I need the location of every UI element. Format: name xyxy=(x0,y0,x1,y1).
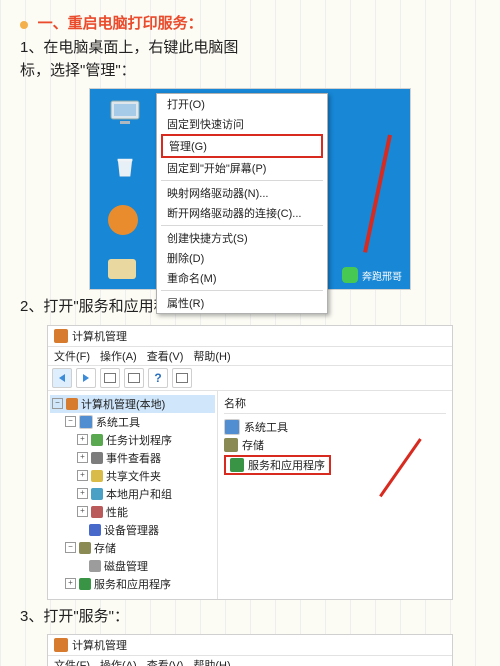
column-header: 名称 xyxy=(224,395,446,414)
window-titlebar: 计算机管理 xyxy=(48,326,452,347)
toolbar-up-button[interactable] xyxy=(100,368,120,388)
menu-open[interactable]: 打开(O) xyxy=(157,94,327,114)
tools-icon xyxy=(224,419,240,435)
screenshot-mmc-root: 计算机管理 文件(F) 操作(A) 查看(V) 帮助(H) ? − 计算机管理(… xyxy=(47,325,453,600)
expand-icon[interactable]: + xyxy=(77,488,88,499)
menu-view[interactable]: 查看(V) xyxy=(147,348,184,364)
highlight-services-apps: 服务和应用程序 xyxy=(224,455,331,475)
menu-file[interactable]: 文件(F) xyxy=(54,657,90,666)
tree-task-scheduler[interactable]: +任务计划程序 xyxy=(50,431,215,449)
menu-disconnect-drive[interactable]: 断开网络驱动器的连接(C)... xyxy=(157,203,327,223)
tree-system-tools[interactable]: − 系统工具 xyxy=(50,413,215,431)
tree-shared-folders[interactable]: +共享文件夹 xyxy=(50,467,215,485)
bullet-icon xyxy=(20,21,28,29)
menu-separator xyxy=(161,180,323,181)
tutorial-page: 一、重启电脑打印服务： 1、在电脑桌面上，右键此电脑图 标，选择"管理"： 打开… xyxy=(0,0,500,666)
window-title: 计算机管理 xyxy=(72,637,127,653)
users-icon xyxy=(91,488,103,500)
firefox-icon[interactable] xyxy=(108,205,138,235)
section-heading: 一、重启电脑打印服务： xyxy=(20,12,480,33)
tree-device-manager[interactable]: 设备管理器 xyxy=(50,521,215,539)
menu-manage[interactable]: 管理(G) xyxy=(163,136,321,156)
menu-action[interactable]: 操作(A) xyxy=(100,657,137,666)
step1-line2: 标，选择"管理"： xyxy=(20,60,480,83)
storage-icon xyxy=(224,438,238,452)
this-pc-icon[interactable] xyxy=(108,99,142,127)
menu-pin-start[interactable]: 固定到"开始"屏幕(P) xyxy=(157,158,327,178)
section-title-text: 一、重启电脑打印服务： xyxy=(38,15,203,32)
toolbar-properties-button[interactable] xyxy=(124,368,144,388)
menu-properties[interactable]: 属性(R) xyxy=(157,293,327,313)
toolbar-back-button[interactable] xyxy=(52,368,72,388)
menu-map-drive[interactable]: 映射网络驱动器(N)... xyxy=(157,183,327,203)
step3-text: 3、打开"服务"： xyxy=(20,606,480,629)
recycle-bin-icon[interactable] xyxy=(108,153,142,181)
menu-rename[interactable]: 重命名(M) xyxy=(157,268,327,288)
menu-separator xyxy=(161,225,323,226)
menubar: 文件(F) 操作(A) 查看(V) 帮助(H) xyxy=(48,656,452,666)
expand-icon[interactable]: + xyxy=(77,434,88,445)
menu-create-shortcut[interactable]: 创建快捷方式(S) xyxy=(157,228,327,248)
menu-action[interactable]: 操作(A) xyxy=(100,348,137,364)
tree-event-viewer[interactable]: +事件查看器 xyxy=(50,449,215,467)
tree-local-users[interactable]: +本地用户和组 xyxy=(50,485,215,503)
expand-icon[interactable]: + xyxy=(77,506,88,517)
services-icon xyxy=(230,458,244,472)
tree-root[interactable]: − 计算机管理(本地) xyxy=(50,395,215,413)
app-icon xyxy=(54,638,68,652)
menu-help[interactable]: 帮助(H) xyxy=(193,348,230,364)
computer-icon xyxy=(66,398,78,410)
tree-performance[interactable]: +性能 xyxy=(50,503,215,521)
tree-services-apps[interactable]: +服务和应用程序 xyxy=(50,575,215,593)
menubar: 文件(F) 操作(A) 查看(V) 帮助(H) xyxy=(48,347,452,366)
window-titlebar: 计算机管理 xyxy=(48,635,452,656)
menu-separator xyxy=(161,290,323,291)
task-icon xyxy=(91,434,103,446)
context-menu: 打开(O) 固定到快速访问 管理(G) 固定到"开始"屏幕(P) 映射网络驱动器… xyxy=(156,93,328,314)
wechat-icon xyxy=(342,267,358,283)
window-title: 计算机管理 xyxy=(72,328,127,344)
watermark: 奔跑邢哥 xyxy=(342,267,402,283)
services-icon xyxy=(79,578,91,590)
step1-line1: 1、在电脑桌面上，右键此电脑图 xyxy=(20,37,480,60)
watermark-text: 奔跑邢哥 xyxy=(362,268,402,283)
disk-icon xyxy=(89,560,101,572)
screenshot-desktop-context-menu: 打开(O) 固定到快速访问 管理(G) 固定到"开始"屏幕(P) 映射网络驱动器… xyxy=(89,88,411,290)
tools-icon xyxy=(79,415,93,429)
expand-icon[interactable]: + xyxy=(65,578,76,589)
annotation-arrow xyxy=(363,135,392,253)
list-pane: 名称 系统工具 存储 服务和应用程序 xyxy=(218,391,452,599)
tree-disk-mgmt[interactable]: 磁盘管理 xyxy=(50,557,215,575)
step1-text: 1、在电脑桌面上，右键此电脑图 标，选择"管理"： xyxy=(20,37,480,82)
expand-icon[interactable]: − xyxy=(65,416,76,427)
menu-file[interactable]: 文件(F) xyxy=(54,348,90,364)
menu-help[interactable]: 帮助(H) xyxy=(193,657,230,666)
expand-icon[interactable]: − xyxy=(52,398,63,409)
toolbar-list-button[interactable] xyxy=(172,368,192,388)
toolbar-help-button[interactable]: ? xyxy=(148,368,168,388)
toolbar-forward-button[interactable] xyxy=(76,368,96,388)
menu-delete[interactable]: 删除(D) xyxy=(157,248,327,268)
tree-storage[interactable]: −存储 xyxy=(50,539,215,557)
col-name[interactable]: 名称 xyxy=(224,395,246,411)
expand-icon[interactable]: + xyxy=(77,470,88,481)
device-icon xyxy=(89,524,101,536)
tree-root-label: 计算机管理(本地) xyxy=(81,396,165,412)
list-item-services-apps[interactable]: 服务和应用程序 xyxy=(224,454,446,476)
tree-pane: − 计算机管理(本地) − 系统工具 +任务计划程序 +事件查看器 +共享文件夹… xyxy=(48,391,218,599)
folder-icon[interactable] xyxy=(108,259,136,279)
toolbar: ? xyxy=(48,366,452,391)
expand-icon[interactable]: − xyxy=(65,542,76,553)
screenshot-mmc-services: 计算机管理 文件(F) 操作(A) 查看(V) 帮助(H) ? − 计算机管理(… xyxy=(47,634,453,666)
storage-icon xyxy=(79,542,91,554)
menu-pin-quick[interactable]: 固定到快速访问 xyxy=(157,114,327,134)
list-item-system-tools[interactable]: 系统工具 xyxy=(224,418,446,436)
menu-view[interactable]: 查看(V) xyxy=(147,657,184,666)
share-icon xyxy=(91,470,103,482)
app-icon xyxy=(54,329,68,343)
perf-icon xyxy=(91,506,103,518)
highlight-manage: 管理(G) xyxy=(161,134,323,158)
expand-icon[interactable]: + xyxy=(77,452,88,463)
event-icon xyxy=(91,452,103,464)
